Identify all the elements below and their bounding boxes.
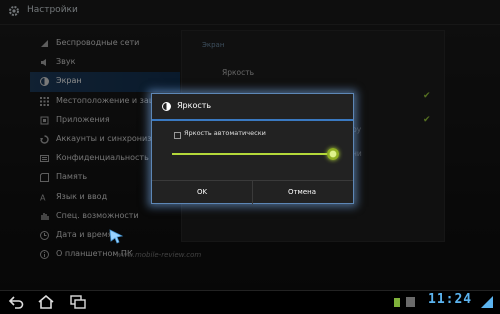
brightness-icon — [162, 102, 171, 111]
auto-brightness-checkbox[interactable] — [174, 132, 181, 139]
notification-icons[interactable] — [393, 296, 419, 308]
slider-fill — [172, 153, 333, 155]
system-nav-bar: 11:24 — [0, 290, 500, 314]
dialog-header: Яркость — [152, 94, 353, 121]
dialog-buttons: OK Отмена — [152, 180, 353, 204]
settings-screen: Настройки Беспроводные сети Звук Экран М… — [0, 0, 500, 314]
dialog-title: Яркость — [177, 101, 212, 110]
ok-button[interactable]: OK — [152, 181, 253, 204]
cancel-button[interactable]: Отмена — [252, 181, 352, 204]
touch-pointer-icon — [109, 229, 124, 244]
brightness-dialog: Яркость Яркость автоматически OK Отмена — [151, 93, 354, 204]
auto-brightness-label[interactable]: Яркость автоматически — [184, 129, 266, 137]
clock[interactable]: 11:24 — [428, 292, 472, 307]
brightness-slider[interactable] — [172, 148, 339, 160]
back-icon[interactable] — [8, 295, 24, 309]
home-icon[interactable] — [38, 295, 54, 309]
wifi-signal-icon[interactable] — [480, 295, 494, 309]
recent-apps-icon[interactable] — [70, 295, 86, 309]
slider-thumb[interactable] — [326, 148, 339, 160]
